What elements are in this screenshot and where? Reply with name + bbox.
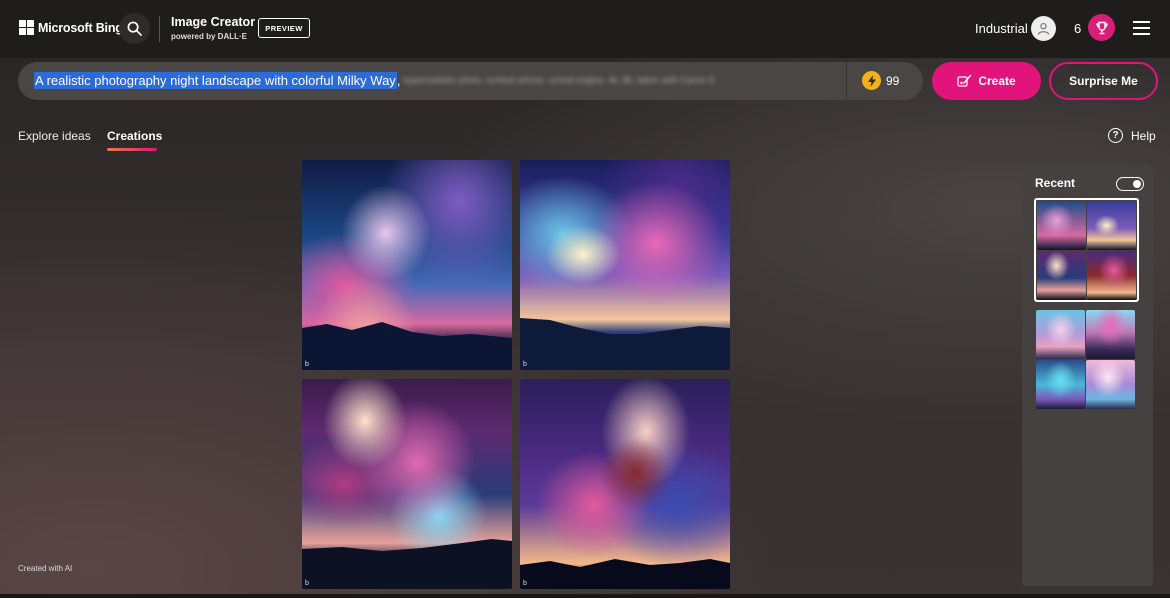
recent-thumbnail — [1037, 251, 1086, 300]
create-label: Create — [978, 74, 1016, 88]
create-button[interactable]: Create — [932, 62, 1041, 100]
recent-thumbnail — [1036, 360, 1085, 409]
mountain-silhouette — [520, 318, 730, 370]
user-icon — [1037, 22, 1050, 35]
generated-image-3[interactable]: b — [302, 379, 512, 589]
active-tab-indicator — [107, 148, 157, 151]
trophy-icon — [1095, 21, 1108, 34]
bing-watermark: b — [523, 580, 527, 587]
recent-thumbnail — [1036, 310, 1085, 359]
toggle-knob — [1133, 179, 1141, 188]
recent-panel: Recent — [1022, 165, 1153, 586]
bing-logo[interactable]: Microsoft Bing — [19, 20, 123, 35]
help-icon: ? — [1108, 128, 1123, 143]
bing-watermark: b — [305, 580, 309, 587]
prompt-input[interactable]: A realistic photography night landscape … — [18, 62, 923, 100]
generated-image-1[interactable]: b — [302, 160, 512, 370]
bing-watermark: b — [305, 361, 309, 368]
recent-thumbnail — [1086, 310, 1135, 359]
user-name[interactable]: Industrial — [975, 21, 1028, 36]
surprise-me-button[interactable]: Surprise Me — [1049, 62, 1158, 100]
generated-image-4[interactable]: b — [520, 379, 730, 589]
search-icon — [127, 21, 142, 36]
rewards-count[interactable]: 6 — [1074, 21, 1081, 36]
boost-count: 99 — [886, 73, 900, 88]
preview-badge: PREVIEW — [258, 18, 310, 38]
bottom-edge — [0, 594, 1170, 598]
tab-creations[interactable]: Creations — [107, 129, 162, 143]
help-button[interactable]: ? Help — [1108, 128, 1156, 143]
rewards-button[interactable] — [1088, 14, 1115, 41]
help-label: Help — [1131, 128, 1156, 143]
generated-image-2[interactable]: b — [520, 160, 730, 370]
hamburger-menu-icon[interactable] — [1133, 21, 1150, 35]
prompt-divider — [846, 62, 847, 100]
recent-thumbnail — [1037, 201, 1086, 250]
app-title[interactable]: Image Creator — [171, 15, 255, 29]
recent-set-current[interactable] — [1034, 198, 1139, 302]
mountain-silhouette — [302, 539, 512, 589]
microsoft-logo-icon — [19, 20, 34, 35]
search-button[interactable] — [119, 13, 150, 44]
avatar[interactable] — [1031, 16, 1056, 41]
mountain-silhouette — [302, 322, 512, 370]
tab-explore-ideas[interactable]: Explore ideas — [18, 129, 91, 143]
boost-bolt-icon — [862, 71, 881, 90]
recent-title: Recent — [1035, 176, 1076, 190]
prompt-comma: , — [396, 73, 401, 88]
header-divider — [159, 16, 160, 42]
recent-toggle[interactable] — [1116, 177, 1144, 191]
bing-watermark: b — [523, 361, 527, 368]
create-brush-icon — [957, 74, 972, 87]
prompt-selected-text: A realistic photography night landscape … — [34, 72, 397, 89]
recent-thumbnail — [1087, 201, 1136, 250]
prompt-blurred-text: hyperrealistic photo, contest winner, un… — [403, 75, 716, 85]
created-with-ai-note: Created with AI — [18, 564, 73, 573]
recent-set-previous[interactable] — [1034, 308, 1139, 412]
mountain-silhouette — [520, 559, 730, 589]
recent-thumbnail — [1086, 360, 1135, 409]
prompt-text: A realistic photography night landscape … — [34, 72, 401, 89]
recent-thumbnail — [1087, 251, 1136, 300]
app-subtitle: powered by DALL·E — [171, 32, 248, 41]
top-header: Microsoft Bing Image Creator powered by … — [0, 0, 1170, 58]
brand-label: Microsoft Bing — [38, 20, 123, 35]
boost-counter[interactable]: 99 — [862, 71, 899, 90]
